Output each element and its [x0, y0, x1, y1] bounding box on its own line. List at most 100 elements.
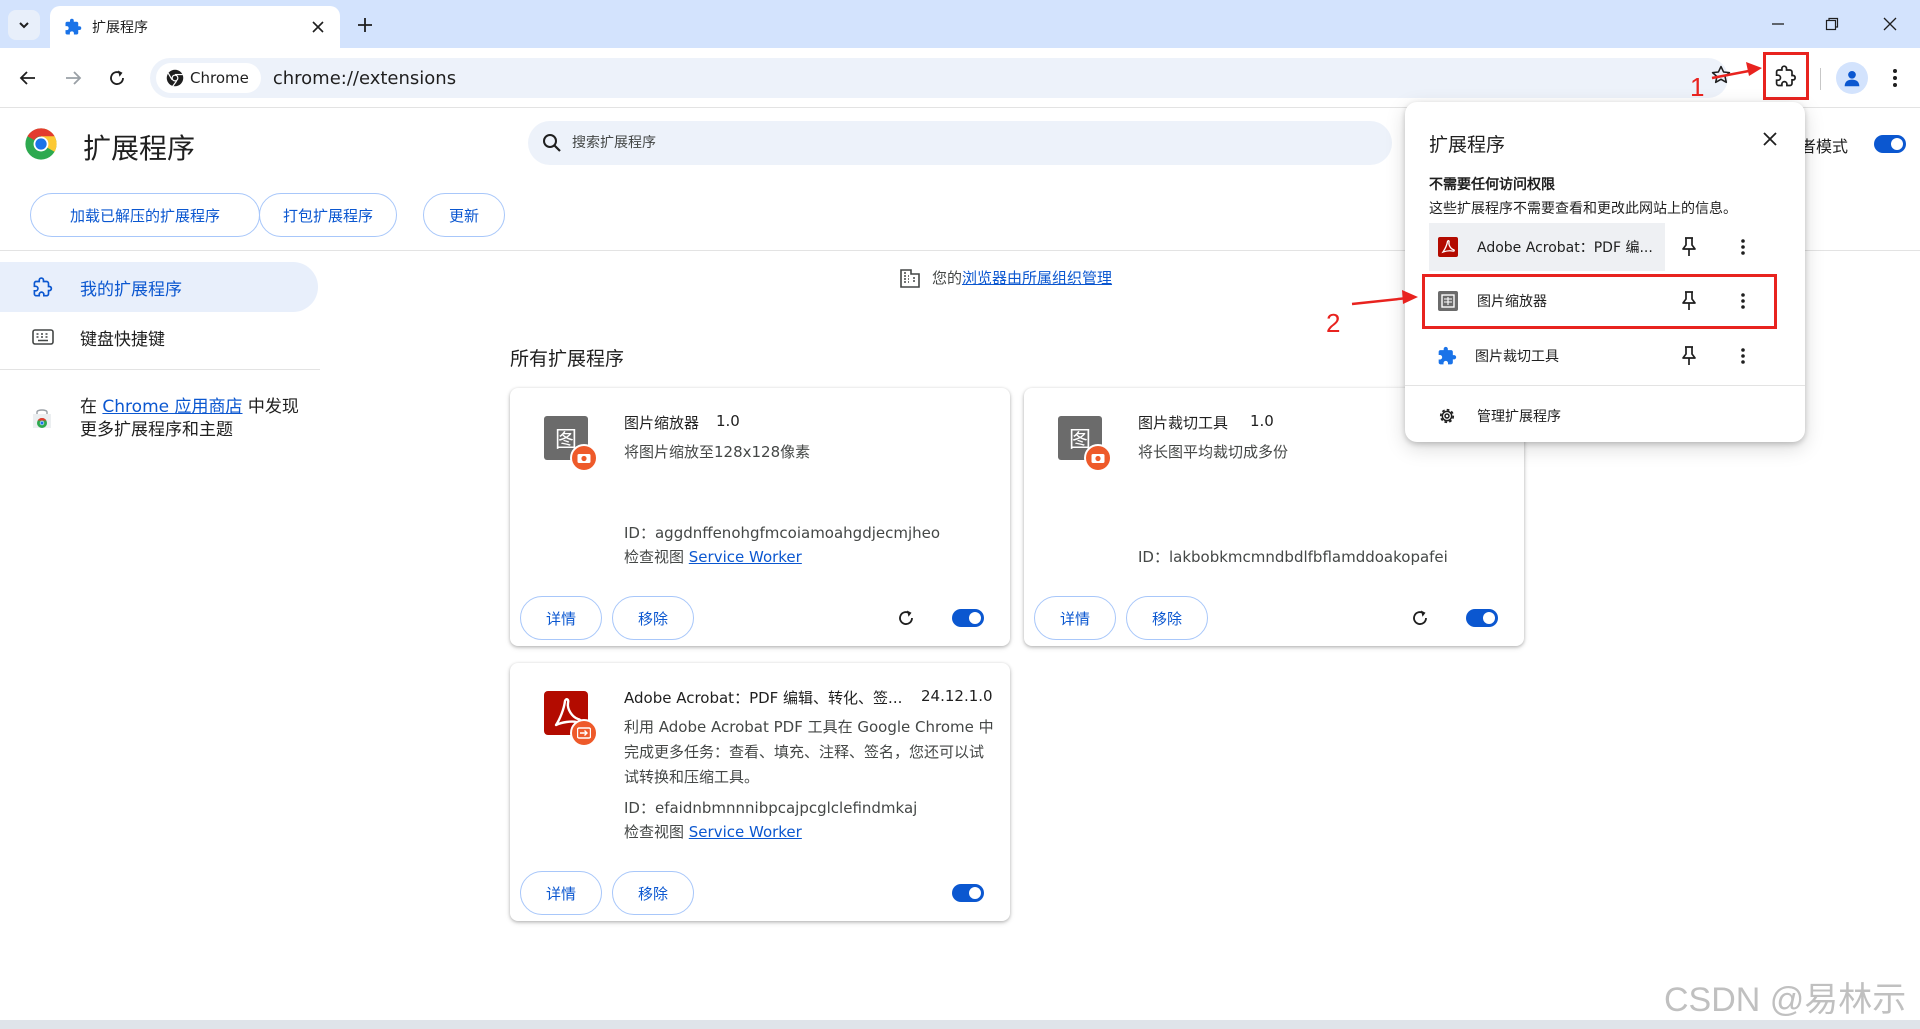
building-icon — [900, 268, 920, 288]
load-unpacked-button[interactable]: 加载已解压的扩展程序 — [30, 193, 260, 237]
extension-name: 图片缩放器 — [624, 414, 700, 432]
bookmark-star-button[interactable] — [1710, 64, 1732, 86]
extension-enable-toggle[interactable] — [1466, 609, 1498, 627]
extension-search-input[interactable] — [572, 135, 1352, 151]
chrome-logo — [24, 127, 58, 161]
service-worker-badge-icon — [570, 719, 598, 747]
restore-button[interactable] — [1812, 10, 1852, 38]
puzzle-outline-icon — [33, 277, 53, 297]
taskbar-strip — [0, 1020, 1920, 1029]
minimize-icon — [1772, 23, 1784, 25]
search-icon — [543, 134, 561, 152]
popup-item-main[interactable]: 图片裁切工具 — [1429, 332, 1665, 380]
manage-extensions-button[interactable]: 管理扩展程序 — [1437, 392, 1561, 440]
developer-mode-toggle[interactable] — [1874, 135, 1906, 153]
extensions-popup: 扩展程序 不需要任何访问权限 这些扩展程序不需要查看和更改此网站上的信息。 Ad… — [1405, 102, 1805, 442]
tab-extensions[interactable]: 扩展程序 — [50, 6, 340, 48]
popup-item-adobe-acrobat[interactable]: Adobe Acrobat：PDF 编... — [1429, 223, 1781, 271]
omnibox[interactable]: Chrome chrome://extensions — [150, 58, 1728, 98]
manage-extensions-label: 管理扩展程序 — [1477, 409, 1561, 425]
extension-card-adobe-acrobat: Adobe Acrobat：PDF 编辑、转化、签... 24.12.1.0 利… — [510, 663, 1010, 921]
annotation-highlight-image-scaler — [1422, 274, 1777, 329]
pack-extension-button[interactable]: 打包扩展程序 — [259, 193, 397, 237]
details-button[interactable]: 详情 — [520, 596, 602, 640]
pin-button[interactable] — [1677, 235, 1701, 259]
remove-button[interactable]: 移除 — [1126, 596, 1208, 640]
chrome-menu-button[interactable] — [1880, 62, 1910, 94]
popup-subtitle: 不需要任何访问权限 — [1429, 177, 1555, 193]
extension-search[interactable] — [528, 121, 1392, 165]
popup-divider — [1405, 385, 1805, 386]
popup-description: 这些扩展程序不需要查看和更改此网站上的信息。 — [1429, 201, 1737, 217]
extension-enable-toggle[interactable] — [952, 609, 984, 627]
extension-version: 1.0 — [716, 412, 740, 430]
developer-mode-label: 者模式 — [1800, 137, 1849, 156]
extension-description: 将长图平均裁切成多份 — [1138, 443, 1289, 461]
service-worker-link[interactable]: Service Worker — [689, 548, 802, 566]
tab-close-button[interactable] — [308, 17, 328, 37]
service-worker-link[interactable]: Service Worker — [689, 823, 802, 841]
arrow-right-icon — [66, 71, 82, 85]
star-icon — [1711, 65, 1731, 84]
details-button[interactable]: 详情 — [1034, 596, 1116, 640]
new-tab-button[interactable] — [352, 12, 378, 38]
annotation-step-1: 1 — [1690, 72, 1705, 102]
annotation-highlight-extensions-button — [1763, 52, 1809, 100]
watermark: CSDN @易林示 — [1664, 981, 1907, 1019]
back-button[interactable] — [10, 60, 46, 96]
reload-button[interactable] — [99, 60, 135, 96]
pin-button[interactable] — [1677, 344, 1701, 368]
extension-name: Adobe Acrobat：PDF 编辑、转化、签... — [624, 689, 903, 707]
popup-item-image-cropper[interactable]: 图片裁切工具 — [1429, 332, 1781, 380]
popup-item-label: Adobe Acrobat：PDF 编... — [1477, 240, 1653, 256]
tab-search-button[interactable] — [8, 10, 40, 40]
extension-id: ID：efaidnbmnnnibpcajpcglclefindmkaj — [624, 799, 918, 817]
chrome-web-store-icon — [33, 409, 51, 428]
more-vertical-icon — [1893, 69, 1897, 87]
service-worker-badge-icon — [570, 444, 598, 472]
details-button[interactable]: 详情 — [520, 871, 602, 915]
more-vertical-icon — [1741, 239, 1745, 255]
pin-icon — [1682, 346, 1696, 365]
more-options-button[interactable] — [1731, 344, 1755, 368]
extension-card-image-scaler: 图 图片缩放器 1.0 将图片缩放至128x128像素 ID：aggdnffen… — [510, 388, 1010, 646]
extension-enable-toggle[interactable] — [952, 884, 984, 902]
keyboard-icon — [32, 329, 54, 345]
popup-item-label: 图片裁切工具 — [1475, 349, 1559, 365]
close-window-button[interactable] — [1870, 10, 1910, 38]
web-store-suffix: 中发现 — [242, 397, 299, 417]
sidebar-item-label: 我的扩展程序 — [80, 279, 182, 300]
popup-close-button[interactable] — [1757, 126, 1783, 152]
managed-by-org-notice: 您的 浏览器由所属组织管理 — [900, 267, 1112, 288]
remove-button[interactable]: 移除 — [612, 596, 694, 640]
puzzle-icon — [1438, 346, 1457, 365]
update-button[interactable]: 更新 — [423, 193, 505, 237]
service-worker-badge-icon — [1084, 444, 1112, 472]
more-options-button[interactable] — [1731, 235, 1755, 259]
remove-button[interactable]: 移除 — [612, 871, 694, 915]
adobe-acrobat-icon — [1438, 237, 1458, 257]
managed-link[interactable]: 浏览器由所属组织管理 — [962, 267, 1112, 288]
chrome-logo-icon — [25, 128, 57, 160]
chrome-web-store-link[interactable]: Chrome 应用商店 — [102, 397, 242, 417]
profile-button[interactable] — [1836, 62, 1868, 94]
sidebar-item-my-extensions[interactable]: 我的扩展程序 — [0, 262, 318, 312]
sidebar-item-keyboard-shortcuts[interactable]: 键盘快捷键 — [0, 312, 318, 362]
extension-description: 利用 Adobe Acrobat PDF 工具在 Google Chrome 中… — [624, 718, 994, 786]
url-text[interactable]: chrome://extensions — [273, 68, 456, 89]
pin-icon — [1682, 237, 1696, 256]
close-icon — [1883, 17, 1897, 31]
reload-extension-button[interactable] — [1406, 604, 1434, 632]
extension-id: ID：aggdnffenohgfmcoiamoahgdjecmjheo — [624, 524, 941, 542]
web-store-text: 在 Chrome 应用商店 中发现 更多扩展程序和主题 — [80, 396, 299, 442]
close-icon — [312, 21, 324, 33]
popup-item-main[interactable]: Adobe Acrobat：PDF 编... — [1429, 223, 1665, 271]
reload-extension-button[interactable] — [892, 604, 920, 632]
extension-version: 24.12.1.0 — [921, 687, 993, 705]
minimize-button[interactable] — [1758, 10, 1798, 38]
forward-button[interactable] — [55, 60, 91, 96]
web-store-prefix: 在 — [80, 397, 103, 417]
close-icon — [1763, 132, 1777, 146]
annotation-step-2: 2 — [1326, 308, 1341, 338]
site-chip[interactable]: Chrome — [156, 63, 261, 93]
